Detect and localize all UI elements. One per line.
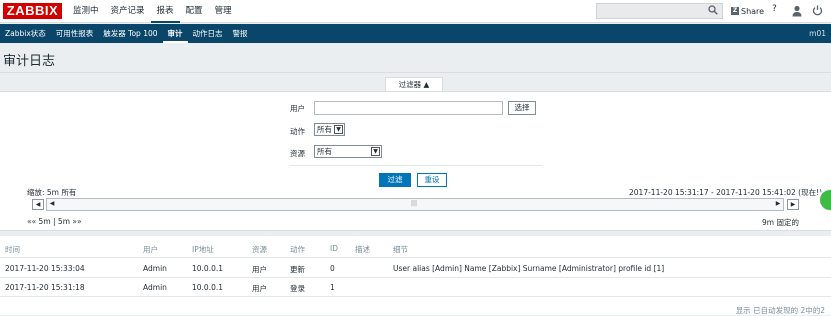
main-menu: 监测中 资产记录 报表 配置 管理 [67, 0, 238, 23]
cell-action: 更新 [290, 265, 305, 274]
filter-separator [290, 165, 542, 166]
reset-button[interactable]: 重设 [417, 173, 447, 187]
sub-menu-bar: Zabbix状态 可用性报表 触发器 Top 100 审计 动作日志 警报 m0… [0, 24, 831, 43]
share-icon: Z [731, 7, 739, 15]
cell-time: 2017-11-20 15:31:18 [5, 283, 85, 292]
power-icon[interactable] [812, 5, 823, 16]
select-user-button[interactable]: 选择 [508, 101, 536, 115]
zabbix-logo[interactable]: ZABBIX [3, 3, 62, 19]
zoom-period-nav[interactable]: «« 5m | 5m »» [27, 217, 82, 226]
header-divider [0, 257, 831, 258]
timeline-left-handle[interactable]: ◀ [48, 199, 56, 210]
row-divider [0, 296, 831, 297]
submenu-action-log[interactable]: 动作日志 [188, 24, 228, 43]
column-header-user[interactable]: 用户 [143, 244, 158, 255]
column-header-time[interactable]: 时间 [5, 244, 20, 255]
resource-select[interactable]: 所有 ▼ [314, 145, 382, 158]
user-field[interactable] [314, 101, 503, 115]
menu-administration[interactable]: 管理 [209, 0, 238, 23]
results-count: 显示 已自动发现的 2中的2 [735, 306, 825, 315]
cell-id: 1 [330, 283, 335, 292]
cell-details: User alias [Admin] Name [Zabbix] Surname… [393, 264, 665, 273]
filter-button[interactable]: 过滤 [379, 173, 411, 187]
menu-reports[interactable]: 报表 [150, 0, 180, 23]
audit-table [0, 236, 831, 315]
column-header-description[interactable]: 描述 [355, 244, 370, 255]
server-name: m01 [809, 29, 826, 38]
column-header-id[interactable]: ID [330, 244, 338, 253]
submenu-availability-report[interactable]: 可用性报表 [51, 24, 99, 43]
resource-select-value: 所有 [317, 147, 332, 156]
chevron-down-icon: ▼ [334, 125, 343, 134]
timeline-grip-icon[interactable]: ||| [411, 200, 417, 207]
zoom-label: 缩放: 5m 所有 [27, 188, 77, 197]
title-divider [0, 72, 831, 73]
timeline-scrollbar[interactable]: ◀ ||| ▶ [46, 198, 784, 211]
scroll-right-button[interactable]: ▶ [787, 199, 799, 210]
cell-time: 2017-11-20 15:33:04 [5, 264, 85, 273]
share-button[interactable]: Z Share [731, 5, 764, 17]
column-header-resource[interactable]: 资源 [252, 244, 267, 255]
chevron-down-icon: ▼ [371, 147, 380, 156]
action-select[interactable]: 所有 ▼ [314, 123, 345, 136]
search-icon[interactable] [708, 5, 718, 15]
timeline-right-handle[interactable]: ▶ [774, 199, 782, 210]
column-header-details[interactable]: 细节 [393, 244, 408, 255]
search-input[interactable] [596, 3, 723, 19]
scroll-left-button[interactable]: ◀ [32, 199, 44, 210]
submenu-triggers-top100[interactable]: 触发器 Top 100 [98, 24, 162, 43]
submenu-zabbix-status[interactable]: Zabbix状态 [0, 24, 51, 43]
cell-user: Admin [143, 283, 167, 292]
cell-ip: 10.0.0.1 [192, 283, 224, 292]
cell-user: Admin [143, 264, 167, 273]
action-label: 动作 [290, 127, 305, 136]
page-title: 审计日志 [3, 54, 56, 69]
time-range: 2017-11-20 15:31:17 - 2017-11-20 15:41:0… [629, 188, 823, 197]
submenu-alerts[interactable]: 警报 [228, 24, 253, 43]
submenu-audit[interactable]: 审计 [162, 24, 188, 43]
menu-monitoring[interactable]: 监测中 [67, 0, 105, 23]
cell-resource: 用户 [252, 284, 267, 293]
resource-label: 资源 [290, 149, 305, 158]
filter-tab[interactable]: 过滤器 ▲ [385, 77, 443, 91]
row-divider [0, 277, 831, 278]
column-header-action[interactable]: 动作 [290, 244, 305, 255]
top-bar: ZABBIX 监测中 资产记录 报表 配置 管理 Z Share ? [0, 0, 831, 23]
cell-id: 0 [330, 264, 335, 273]
user-label: 用户 [290, 104, 305, 113]
user-icon[interactable] [792, 5, 802, 17]
cell-resource: 用户 [252, 265, 267, 274]
cell-ip: 10.0.0.1 [192, 264, 224, 273]
cell-action: 登录 [290, 284, 305, 293]
fixed-period-toggle[interactable]: 9m 固定的 [762, 217, 799, 228]
share-label: Share [741, 6, 765, 16]
menu-configuration[interactable]: 配置 [180, 0, 209, 23]
help-icon[interactable]: ? [772, 4, 777, 14]
column-header-ip[interactable]: IP地址 [192, 244, 214, 255]
action-select-value: 所有 [317, 125, 332, 134]
menu-inventory[interactable]: 资产记录 [105, 0, 151, 23]
